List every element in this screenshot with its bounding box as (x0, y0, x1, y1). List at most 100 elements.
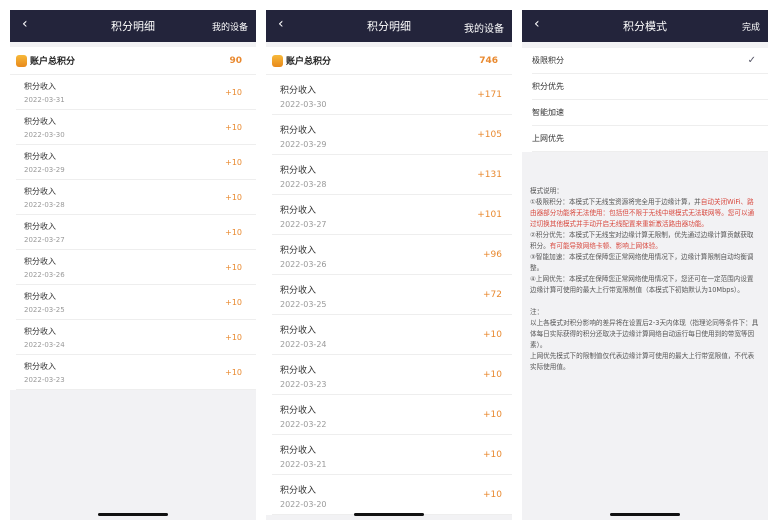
points-record-row: 积分收入 2022-03-28 +10 (16, 180, 256, 215)
nav-bar: ‹ 积分模式 完成 (522, 10, 768, 42)
mode-option[interactable]: 极限积分 ✓ (532, 48, 768, 74)
my-devices-button[interactable]: 我的设备 (212, 20, 248, 33)
record-value: +131 (477, 170, 502, 180)
points-record-row: 积分收入 2022-03-27 +101 (272, 195, 512, 235)
record-label: 积分收入 (280, 326, 317, 336)
desc-text: ①极限积分：本模式下无线宝资源将完全用于边缘计算，并 (530, 198, 701, 206)
record-value: +10 (483, 450, 502, 460)
done-button[interactable]: 完成 (742, 20, 760, 33)
home-indicator (354, 513, 424, 516)
desc-mode-4: ④上网优先：本模式在保障您正常网络使用情况下，您还可在一定范围内设置边缘计算可使… (530, 275, 754, 294)
points-mode-screen: ‹ 积分模式 完成 极限积分 ✓ 积分优先智能加速上网优先 模式说明： ①极限积分：… (522, 10, 768, 520)
total-points-label: 账户总积分 (286, 57, 332, 67)
record-value: +10 (483, 410, 502, 420)
record-date: 2022-03-24 (280, 340, 327, 349)
coin-icon (16, 54, 27, 67)
points-record-row: 积分收入 2022-03-21 +10 (272, 435, 512, 475)
desc-mode-2: ②积分优先：本模式下无线宝对边缘计算无限制，优先通过边缘计算贡献获取积分。有可能… (530, 230, 760, 252)
mode-description: 模式说明： ①极限积分：本模式下无线宝资源将完全用于边缘计算，并自动关闭WiFi… (522, 152, 768, 373)
record-value: +10 (225, 298, 242, 307)
points-record-row: 积分收入 2022-03-23 +10 (16, 355, 256, 390)
mode-option[interactable]: 上网优先 (532, 126, 768, 152)
mode-label: 极限积分 (532, 56, 564, 65)
back-icon[interactable]: ‹ (534, 16, 540, 32)
desc-heading: 模式说明： (530, 187, 563, 195)
record-date: 2022-03-27 (24, 236, 65, 244)
points-record-row: 积分收入 2022-03-31 +10 (16, 75, 256, 110)
record-value: +10 (225, 228, 242, 237)
points-record-row: 积分收入 2022-03-26 +96 (272, 235, 512, 275)
desc-mode-3: ③智能加速：本模式在保障您正常网络使用情况下，边缘计算限制自动均衡调整。 (530, 253, 754, 272)
back-icon[interactable]: ‹ (278, 16, 284, 32)
mode-option[interactable]: 积分优先 (532, 74, 768, 100)
points-record-row: 积分收入 2022-03-24 +10 (16, 320, 256, 355)
points-record-row: 积分收入 2022-03-25 +10 (16, 285, 256, 320)
points-list: 积分收入 2022-03-30 +171 积分收入 2022-03-29 +105 积分收入… (266, 75, 512, 515)
record-value: +10 (483, 490, 502, 500)
points-record-row: 积分收入 2022-03-22 +10 (272, 395, 512, 435)
record-value: +72 (483, 290, 502, 300)
points-record-row: 积分收入 2022-03-29 +10 (16, 145, 256, 180)
my-devices-button[interactable]: 我的设备 (464, 20, 504, 35)
points-card: 账户总积分 90 积分收入 2022-03-31 +10 积分收入 2022-03-30… (10, 47, 256, 390)
home-indicator (610, 513, 680, 516)
record-label: 积分收入 (280, 86, 317, 96)
points-detail-screen-1: ‹ 积分明细 我的设备 账户总积分 90 积分收入 2022-03-31 +10 积分… (10, 10, 256, 520)
total-points-label: 账户总积分 (30, 57, 76, 67)
home-indicator (98, 513, 168, 516)
record-value: +10 (225, 263, 242, 272)
coin-icon (272, 54, 283, 67)
record-label: 积分收入 (280, 406, 317, 416)
record-value: +105 (477, 130, 502, 140)
record-label: 积分收入 (280, 206, 317, 216)
record-label: 积分收入 (280, 446, 317, 456)
record-date: 2022-03-23 (280, 380, 327, 389)
record-date: 2022-03-28 (24, 201, 65, 209)
record-value: +10 (225, 193, 242, 202)
mode-option[interactable]: 智能加速 (532, 100, 768, 126)
note-heading: 注： (530, 308, 544, 316)
record-value: +171 (477, 90, 502, 100)
points-record-row: 积分收入 2022-03-26 +10 (16, 250, 256, 285)
record-label: 积分收入 (24, 362, 56, 371)
nav-bar: ‹ 积分明细 我的设备 (266, 10, 512, 42)
points-list: 积分收入 2022-03-31 +10 积分收入 2022-03-30 +10 积分收入 20… (10, 75, 256, 390)
nav-bar: ‹ 积分明细 我的设备 (10, 10, 256, 42)
record-date: 2022-03-21 (280, 460, 327, 469)
record-value: +96 (483, 250, 502, 260)
record-value: +10 (483, 370, 502, 380)
record-label: 积分收入 (280, 246, 317, 256)
points-card: 账户总积分 746 积分收入 2022-03-30 +171 积分收入 2022-03-… (266, 47, 512, 515)
mode-label: 上网优先 (532, 134, 564, 143)
record-date: 2022-03-29 (24, 166, 65, 174)
page-title: 积分明细 (367, 20, 411, 33)
record-date: 2022-03-24 (24, 341, 65, 349)
page-title: 积分明细 (111, 20, 155, 33)
record-date: 2022-03-30 (24, 131, 65, 139)
mode-label: 智能加速 (532, 108, 564, 117)
points-record-row: 积分收入 2022-03-23 +10 (272, 355, 512, 395)
record-label: 积分收入 (280, 366, 317, 376)
record-date: 2022-03-28 (280, 180, 327, 189)
points-detail-screen-2: ‹ 积分明细 我的设备 账户总积分 746 积分收入 2022-03-30 +171… (266, 10, 512, 520)
note-2: 上网优先模式下的限制值仅代表边缘计算可使用的最大上行带宽限值，不代表实际使用值。 (530, 352, 755, 371)
mode-label: 积分优先 (532, 82, 564, 91)
back-icon[interactable]: ‹ (22, 16, 28, 32)
record-label: 积分收入 (280, 286, 317, 296)
record-label: 积分收入 (24, 292, 56, 301)
check-icon: ✓ (747, 55, 756, 66)
record-value: +10 (225, 123, 242, 132)
record-date: 2022-03-26 (280, 260, 327, 269)
record-date: 2022-03-31 (24, 96, 65, 104)
total-points-value: 746 (479, 55, 498, 66)
record-date: 2022-03-29 (280, 140, 327, 149)
record-date: 2022-03-30 (280, 100, 327, 109)
record-label: 积分收入 (280, 126, 317, 136)
points-record-row: 积分收入 2022-03-24 +10 (272, 315, 512, 355)
record-date: 2022-03-23 (24, 376, 65, 384)
points-record-row: 积分收入 2022-03-29 +105 (272, 115, 512, 155)
total-points-row: 账户总积分 90 (10, 47, 256, 75)
record-label: 积分收入 (280, 166, 317, 176)
points-record-row: 积分收入 2022-03-27 +10 (16, 215, 256, 250)
points-record-row: 积分收入 2022-03-28 +131 (272, 155, 512, 195)
